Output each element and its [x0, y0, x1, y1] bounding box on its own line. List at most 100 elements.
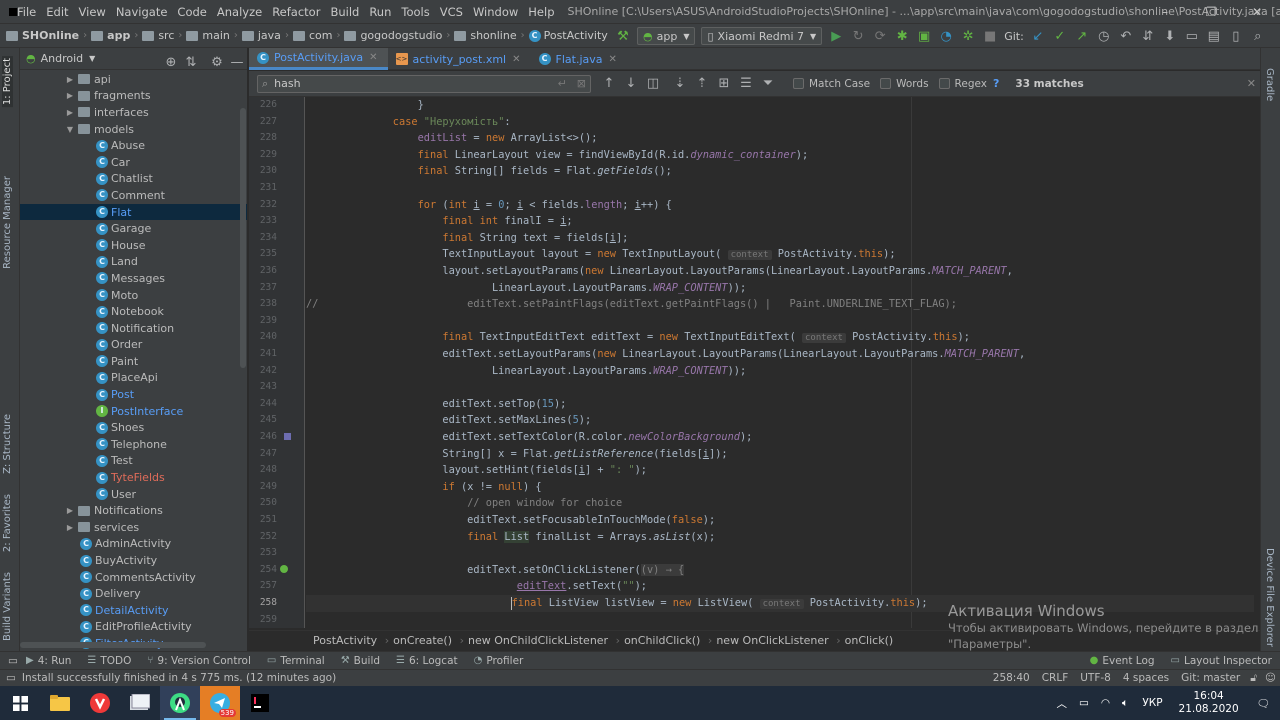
tab-build-variants[interactable]: Build Variants: [2, 572, 13, 641]
select-all-icon[interactable]: ⊞: [714, 74, 734, 94]
menu-vcs[interactable]: VCS: [435, 5, 468, 19]
profile-icon[interactable]: ◔: [936, 26, 956, 46]
minimize-button[interactable]: –: [1142, 0, 1188, 24]
taskbar-explorer[interactable]: [40, 686, 80, 720]
sdk-manager-icon[interactable]: ⬇: [1160, 26, 1180, 46]
crumb-app[interactable]: app: [107, 29, 130, 42]
git-push-icon[interactable]: ↗: [1072, 26, 1092, 46]
line-number[interactable]: 227: [249, 116, 277, 127]
file-encoding[interactable]: UTF-8: [1074, 672, 1117, 684]
crumb-postactivity[interactable]: PostActivity: [544, 29, 608, 42]
line-number[interactable]: 237: [249, 282, 277, 293]
tool-logcat[interactable]: ☰ 6: Logcat: [388, 655, 466, 667]
line-number[interactable]: 231: [249, 182, 277, 193]
layout-inspector-icon[interactable]: ▤: [1204, 26, 1224, 46]
line-number[interactable]: 239: [249, 315, 277, 326]
taskbar-app[interactable]: [120, 686, 160, 720]
line-number[interactable]: 247: [249, 448, 277, 459]
tree-item[interactable]: C Delivery: [20, 585, 247, 602]
tree-folder[interactable]: ▶ api: [20, 71, 247, 88]
network-icon[interactable]: ▭: [1073, 697, 1095, 709]
bookmark-marker-icon[interactable]: [284, 433, 291, 440]
lock-icon[interactable]: 🔓︎: [1246, 672, 1261, 685]
menu-run[interactable]: Run: [364, 5, 396, 19]
apply-changes-icon[interactable]: ⟳: [870, 26, 890, 46]
line-number[interactable]: 242: [249, 365, 277, 376]
tree-item[interactable]: C Comment: [20, 187, 247, 204]
run-icon[interactable]: ▶: [826, 26, 846, 46]
close-tab-icon[interactable]: ✕: [609, 54, 617, 65]
attach-debugger-icon[interactable]: ✲: [958, 26, 978, 46]
project-scrollbar[interactable]: [240, 108, 246, 368]
tab-activity-post-xml[interactable]: <> activity_post.xml ✕: [388, 48, 531, 70]
regex-help-link[interactable]: ?: [993, 77, 999, 90]
tree-item[interactable]: C User: [20, 486, 247, 503]
chevron-up-icon[interactable]: ︿: [1050, 696, 1073, 711]
close-tab-icon[interactable]: ✕: [512, 54, 520, 65]
tool-todo[interactable]: ☰ TODO: [79, 655, 139, 667]
project-horizontal-scrollbar[interactable]: [20, 642, 206, 648]
crumb-main[interactable]: main: [202, 29, 229, 42]
tree-item[interactable]: C BuyActivity: [20, 552, 247, 569]
tree-folder[interactable]: ▶ fragments: [20, 88, 247, 105]
line-number[interactable]: 241: [249, 348, 277, 359]
line-number[interactable]: 248: [249, 464, 277, 475]
history-icon[interactable]: ◷: [1094, 26, 1114, 46]
caret-position[interactable]: 258:40: [987, 672, 1036, 684]
crumb-src[interactable]: src: [158, 29, 174, 42]
clear-search-icon[interactable]: ⊠: [577, 77, 586, 90]
tree-item[interactable]: C Flat: [20, 203, 247, 221]
line-number[interactable]: 230: [249, 165, 277, 176]
chevron-right-icon[interactable]: ▶: [64, 506, 76, 515]
tab-project[interactable]: 1: Project: [2, 56, 13, 108]
debug-icon[interactable]: ✱: [892, 26, 912, 46]
menu-help[interactable]: Help: [523, 5, 559, 19]
chevron-right-icon[interactable]: ▶: [64, 108, 76, 117]
tool-terminal[interactable]: ▭ Terminal: [259, 655, 333, 667]
line-number[interactable]: 252: [249, 531, 277, 542]
tool-version-control[interactable]: ⑂ 9: Version Control: [139, 655, 258, 667]
close-button[interactable]: ✕: [1234, 0, 1280, 24]
tree-item[interactable]: C Moto: [20, 287, 247, 304]
line-number[interactable]: 258: [249, 597, 277, 608]
start-button[interactable]: [0, 686, 40, 720]
regex-checkbox[interactable]: Regex: [938, 78, 987, 90]
chevron-down-icon[interactable]: ▼: [64, 125, 76, 134]
line-number[interactable]: 226: [249, 99, 277, 110]
line-number[interactable]: 249: [249, 481, 277, 492]
tab-resource-manager[interactable]: Resource Manager: [2, 176, 13, 269]
filter-icon[interactable]: ⏷: [758, 74, 778, 94]
lambda-marker-icon[interactable]: [280, 564, 288, 573]
wifi-icon[interactable]: ◠: [1095, 697, 1116, 709]
menu-analyze[interactable]: Analyze: [212, 5, 267, 19]
taskbar-android-studio[interactable]: [160, 686, 200, 720]
crumb-anon-class[interactable]: new OnClickListener: [708, 634, 841, 647]
indent-setting[interactable]: 4 spaces: [1117, 672, 1175, 684]
line-number[interactable]: 251: [249, 514, 277, 525]
line-number[interactable]: 257: [249, 580, 277, 591]
multi-line-icon[interactable]: ☰: [736, 74, 756, 94]
tree-item[interactable]: C CommentsActivity: [20, 569, 247, 586]
match-case-checkbox[interactable]: Match Case: [793, 78, 870, 90]
tab-postactivity-java[interactable]: C PostActivity.java ✕: [249, 48, 388, 70]
tool-run[interactable]: ▶ 4: Run: [18, 655, 79, 667]
tree-item[interactable]: C Shoes: [20, 419, 247, 436]
tool-layout-inspector[interactable]: ▭ Layout Inspector: [1163, 655, 1280, 667]
hammer-build-icon[interactable]: ⚒: [613, 26, 633, 46]
find-input[interactable]: ⌕ hash ↵ ⊠: [257, 74, 591, 93]
line-number[interactable]: 228: [249, 132, 277, 143]
tool-profiler[interactable]: ◔ Profiler: [466, 655, 532, 667]
device-manager-icon[interactable]: ▯: [1226, 26, 1246, 46]
taskbar-intellij[interactable]: [240, 686, 280, 720]
tree-item[interactable]: C Land: [20, 254, 247, 271]
chevron-down-icon[interactable]: ▼: [89, 54, 95, 63]
line-number[interactable]: 250: [249, 497, 277, 508]
gear-icon[interactable]: ⚙: [207, 52, 227, 72]
close-tab-icon[interactable]: ✕: [369, 52, 377, 63]
rollback-icon[interactable]: ↶: [1116, 26, 1136, 46]
menu-window[interactable]: Window: [468, 5, 523, 19]
tree-item[interactable]: C Garage: [20, 220, 247, 237]
close-find-icon[interactable]: ✕: [1247, 77, 1256, 90]
tree-item[interactable]: C Notebook: [20, 303, 247, 320]
chevron-right-icon[interactable]: ▶: [64, 75, 76, 84]
